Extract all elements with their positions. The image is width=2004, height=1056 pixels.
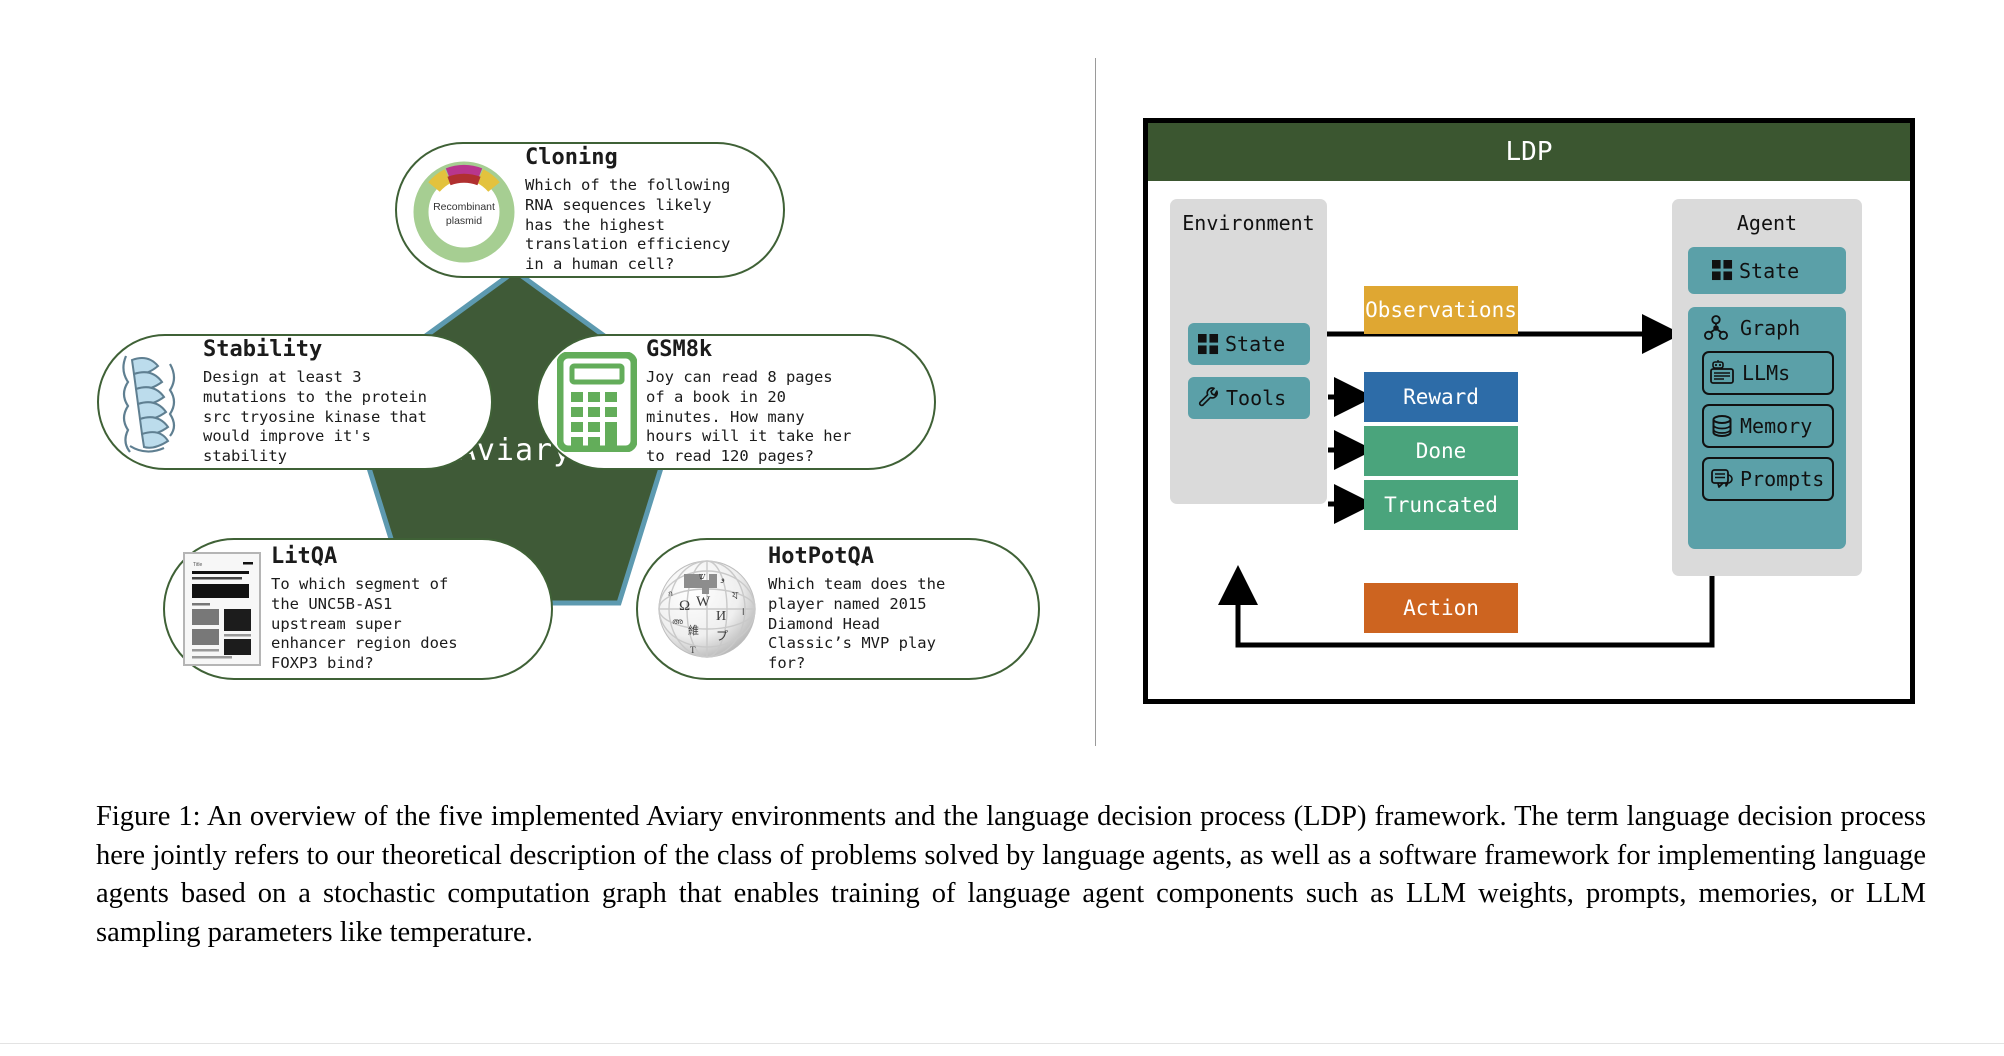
svg-text:維: 維 (688, 624, 699, 637)
message-observations[interactable]: Observations (1364, 286, 1518, 334)
plasmid-icon: Recombinant plasmid (409, 154, 519, 266)
message-action[interactable]: Action (1364, 583, 1518, 633)
database-icon (1710, 414, 1734, 438)
aviary-environments-diagram: Aviary Recombinant plasmid Cloning Which… (0, 0, 1095, 780)
svg-text:അ: അ (672, 617, 683, 626)
agent-chip-state[interactable]: State (1688, 247, 1846, 294)
grid-squares-icon (1198, 333, 1219, 355)
environment-panel: Environment State Tools (1170, 199, 1327, 504)
agent-chip-state-label: State (1739, 258, 1800, 283)
graph-nodes-icon (1704, 315, 1728, 341)
message-reward[interactable]: Reward (1364, 372, 1518, 422)
env-node-cloning-question: Which of the following RNA sequences lik… (525, 175, 731, 274)
svg-text:ก: ก (668, 589, 673, 598)
agent-chip-graph-header: Graph (1704, 315, 1800, 341)
ldp-diagram: LDP Environment State Tools Observations… (1143, 118, 1915, 704)
robot-card-icon (1710, 360, 1736, 386)
agent-subchip-prompts-label: Prompts (1740, 467, 1825, 491)
environment-chip-state[interactable]: State (1188, 323, 1310, 365)
message-action-label: Action (1403, 596, 1479, 620)
plasmid-icon-caption-line1: Recombinant (433, 201, 495, 213)
agent-subchip-memory[interactable]: Memory (1702, 404, 1834, 448)
env-node-litqa[interactable]: Title LitQA To which segment of the UNC5… (163, 538, 553, 680)
message-done[interactable]: Done (1364, 426, 1518, 476)
env-node-litqa-question: To which segment of the UNC5B-AS1 upstre… (271, 574, 458, 673)
env-node-litqa-title: LitQA (271, 543, 338, 569)
figure-1: Aviary Recombinant plasmid Cloning Which… (0, 0, 2004, 1056)
figure-caption: Figure 1: An overview of the five implem… (96, 801, 1926, 948)
page-bottom-rule (0, 1043, 2004, 1044)
grid-squares-icon (1712, 260, 1733, 281)
panel-divider (1095, 58, 1096, 746)
plasmid-icon-caption-line2: plasmid (446, 215, 482, 227)
protein-structure-icon (111, 347, 197, 457)
agent-chip-graph-label: Graph (1740, 316, 1801, 340)
environment-chip-tools-label: Tools (1226, 386, 1287, 410)
agent-subchip-llms[interactable]: LLMs (1702, 351, 1834, 395)
message-observations-label: Observations (1365, 298, 1517, 322)
svg-text:য: য (731, 590, 739, 602)
agent-subchip-llms-label: LLMs (1742, 361, 1791, 385)
env-node-hotpotqa[interactable]: W Ω И য 維 プ ש ก അ ا Т و HotPotQA Which t… (636, 538, 1040, 680)
svg-text:Т: Т (690, 645, 696, 655)
svg-text:ا: ا (742, 607, 745, 617)
environment-panel-title: Environment (1182, 211, 1315, 235)
wikipedia-globe-icon: W Ω И য 維 プ ש ก അ ا Т و (652, 550, 762, 668)
paper-document-icon: Title (179, 548, 265, 670)
env-node-hotpotqa-question: Which team does the player named 2015 Di… (768, 574, 946, 673)
env-node-stability-title: Stability (203, 336, 323, 362)
svg-text:Title: Title (193, 562, 202, 568)
svg-text:و: و (720, 574, 725, 583)
message-truncated-label: Truncated (1384, 493, 1498, 517)
env-node-cloning-title: Cloning (525, 144, 618, 170)
agent-subchip-prompts[interactable]: Prompts (1702, 457, 1834, 501)
svg-text:プ: プ (716, 629, 728, 643)
message-done-label: Done (1415, 439, 1467, 463)
chat-bubble-icon (1710, 467, 1734, 491)
env-node-stability-text: Stability Design at least 3 mutations to… (197, 337, 475, 467)
env-node-stability[interactable]: Stability Design at least 3 mutations to… (97, 334, 493, 470)
env-node-gsm8k-title: GSM8k (646, 336, 713, 362)
svg-text:Ω: Ω (679, 598, 690, 614)
svg-text:W: W (696, 594, 711, 610)
env-node-hotpotqa-title: HotPotQA (768, 543, 874, 569)
agent-subchip-memory-label: Memory (1740, 414, 1813, 438)
env-node-litqa-text: LitQA To which segment of the UNC5B-AS1 … (265, 544, 535, 674)
svg-text:И: И (716, 609, 726, 624)
message-truncated[interactable]: Truncated (1364, 480, 1518, 530)
env-node-stability-question: Design at least 3 mutations to the prote… (203, 367, 427, 466)
agent-chip-graph[interactable]: Graph LLMs Memory Prompts (1688, 307, 1846, 549)
env-node-hotpotqa-text: HotPotQA Which team does the player name… (762, 544, 1022, 674)
env-node-gsm8k-question: Joy can read 8 pages of a book in 20 min… (646, 367, 852, 466)
agent-panel-title: Agent (1736, 211, 1798, 235)
env-node-cloning[interactable]: Recombinant plasmid Cloning Which of the… (395, 142, 785, 278)
environment-chip-tools[interactable]: Tools (1188, 377, 1310, 419)
environment-chip-state-label: State (1225, 332, 1286, 356)
message-reward-label: Reward (1403, 385, 1479, 409)
env-node-gsm8k-text: GSM8k Joy can read 8 pages of a book in … (640, 337, 918, 467)
agent-panel: Agent State Graph LLMs Memory Prompts (1672, 199, 1862, 576)
env-node-cloning-text: Cloning Which of the following RNA seque… (519, 145, 767, 275)
svg-text:ש: ש (699, 571, 706, 581)
env-node-gsm8k[interactable]: GSM8k Joy can read 8 pages of a book in … (536, 334, 936, 470)
wrench-icon (1198, 387, 1220, 409)
calculator-icon (554, 350, 640, 454)
